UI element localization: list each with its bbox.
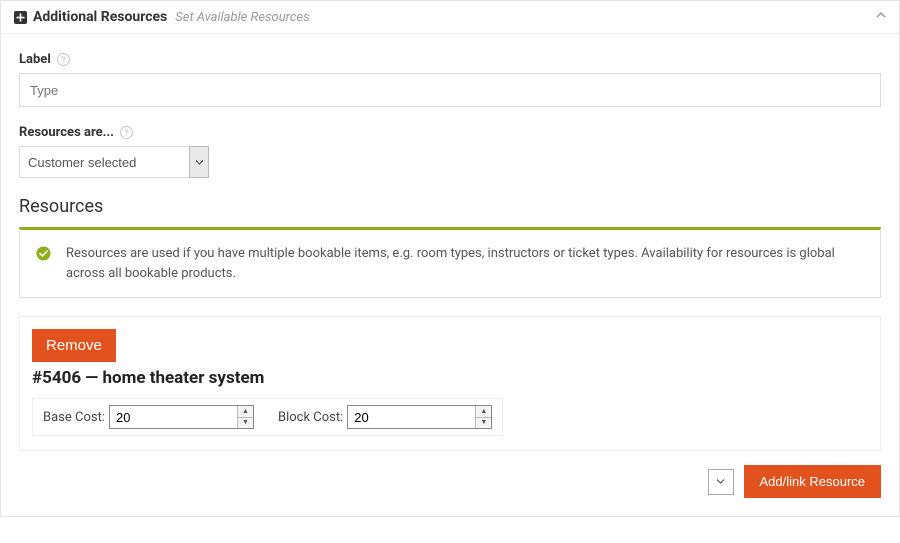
notice-text: Resources are used if you have multiple … — [66, 246, 835, 281]
resource-picker-select[interactable] — [708, 469, 734, 495]
panel-subtitle: Set Available Resources — [175, 10, 309, 25]
footer-row: Add/link Resource — [19, 465, 881, 508]
add-link-resource-button[interactable]: Add/link Resource — [744, 465, 882, 498]
base-cost-input[interactable] — [109, 405, 254, 429]
resources-are-label: Resources are... — [19, 125, 114, 140]
panel-body: Label ? Resources are... ? Resource — [1, 34, 899, 516]
help-icon[interactable]: ? — [120, 126, 134, 140]
panel-header: Additional Resources Set Available Resou… — [1, 1, 899, 34]
label-input[interactable] — [19, 73, 881, 107]
base-cost-label: Base Cost: — [43, 410, 105, 425]
svg-text:?: ? — [61, 56, 66, 65]
additional-resources-panel: Additional Resources Set Available Resou… — [0, 0, 900, 517]
block-cost-label: Block Cost: — [278, 410, 343, 425]
panel-title: Additional Resources — [33, 9, 167, 25]
check-circle-icon — [36, 246, 51, 268]
label-field-row: Label ? — [19, 52, 881, 107]
resources-heading: Resources — [19, 196, 881, 217]
resources-are-select[interactable] — [19, 146, 209, 178]
svg-text:?: ? — [124, 129, 129, 138]
resource-title: #5406 — home theater system — [32, 368, 868, 388]
resources-notice: Resources are used if you have multiple … — [19, 227, 881, 298]
remove-button[interactable]: Remove — [32, 329, 116, 362]
help-icon[interactable]: ? — [57, 53, 71, 67]
resources-are-row: Resources are... ? — [19, 125, 881, 178]
cost-row: Base Cost: ▲▼ Block Cost: ▲▼ — [32, 398, 503, 436]
label-field-label: Label — [19, 52, 51, 67]
block-cost-input[interactable] — [347, 405, 492, 429]
collapse-icon[interactable] — [875, 9, 887, 25]
resource-card: Remove #5406 — home theater system Base … — [19, 316, 881, 451]
expand-icon[interactable] — [13, 10, 27, 24]
